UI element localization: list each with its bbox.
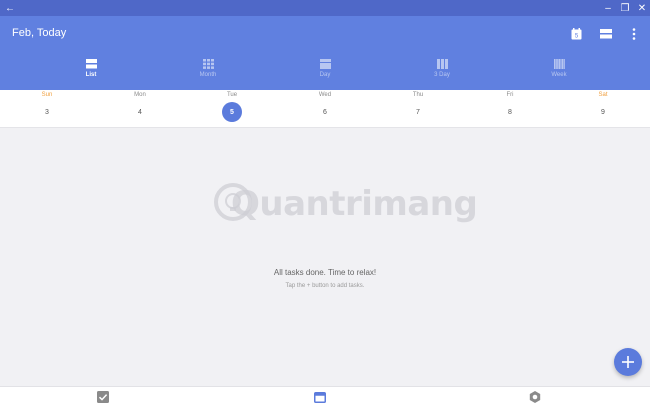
day-sun[interactable]: Sun 3 <box>17 90 77 128</box>
day-fri[interactable]: Fri 8 <box>480 90 540 128</box>
day-number: 3 <box>45 109 49 116</box>
empty-state-title: All tasks done. Time to relax! <box>273 268 377 277</box>
tab-day[interactable]: Day <box>275 56 375 90</box>
three-day-view-icon <box>436 58 448 69</box>
day-number: 9 <box>601 109 605 116</box>
bottom-nav <box>0 386 650 406</box>
tab-month[interactable]: Month <box>158 56 258 90</box>
add-icon <box>622 356 634 368</box>
day-thu[interactable]: Thu 7 <box>388 90 448 128</box>
tab-label: 3 Day <box>434 72 450 78</box>
day-view-icon <box>319 58 331 69</box>
view-tabs: List Month Day 3 Day Week <box>0 56 650 90</box>
app-header: Feb, Today 5 List Month Day 3 Day Week <box>0 16 650 90</box>
day-number: 7 <box>416 109 420 116</box>
tab-label: Week <box>551 72 567 78</box>
more-vert-icon[interactable] <box>626 26 642 42</box>
day-name: Fri <box>506 92 514 98</box>
day-tue-today[interactable]: Tue 5 <box>202 90 262 128</box>
add-task-button[interactable] <box>614 348 642 376</box>
tab-label: List <box>85 72 97 78</box>
day-number: 6 <box>323 109 327 116</box>
day-name: Wed <box>318 92 332 98</box>
tab-3-day[interactable]: 3 Day <box>392 56 492 90</box>
tasks-checkbox-icon[interactable] <box>95 389 111 405</box>
calendar-today-icon[interactable]: 5 <box>568 26 584 42</box>
window-titlebar: ← – ❐ ✕ <box>0 0 650 16</box>
day-wed[interactable]: Wed 6 <box>295 90 355 128</box>
week-strip: Sun 3 Mon 4 Tue 5 Wed 6 Thu 7 Fri 8 Sat … <box>0 90 650 128</box>
app-window: ← – ❐ ✕ Feb, Today 5 List Month Day 3 Da… <box>0 0 650 406</box>
settings-gear-icon[interactable] <box>527 389 543 405</box>
arrow-left-icon[interactable]: ← <box>2 0 18 16</box>
day-name: Tue <box>226 92 238 98</box>
watermark-logo: Quantrimang <box>213 180 478 234</box>
empty-state-subtitle: Tap the + button to add tasks. <box>285 283 365 289</box>
day-number: 4 <box>138 109 142 116</box>
day-name: Sun <box>41 92 53 98</box>
month-view-icon <box>202 58 214 69</box>
page-title: Feb, Today <box>12 27 67 39</box>
day-name: Thu <box>412 92 424 98</box>
tab-label: Day <box>319 72 331 78</box>
calendar-icon[interactable] <box>312 389 328 405</box>
close-icon[interactable]: ✕ <box>634 0 650 16</box>
minimize-icon[interactable]: – <box>600 0 616 16</box>
day-name: Mon <box>134 92 146 98</box>
day-sat[interactable]: Sat 9 <box>573 90 633 128</box>
restore-icon[interactable]: ❐ <box>617 0 633 16</box>
list-view-icon <box>85 58 97 69</box>
day-number: 5 <box>230 109 234 116</box>
view-toggle-icon[interactable] <box>598 26 614 42</box>
tab-label: Month <box>199 72 217 78</box>
tab-list[interactable]: List <box>41 56 141 90</box>
day-mon[interactable]: Mon 4 <box>110 90 170 128</box>
week-view-icon <box>553 58 565 69</box>
day-number: 8 <box>508 109 512 116</box>
watermark-text: Quantrimang <box>231 184 478 224</box>
day-name: Sat <box>598 92 608 98</box>
tab-week[interactable]: Week <box>509 56 609 90</box>
